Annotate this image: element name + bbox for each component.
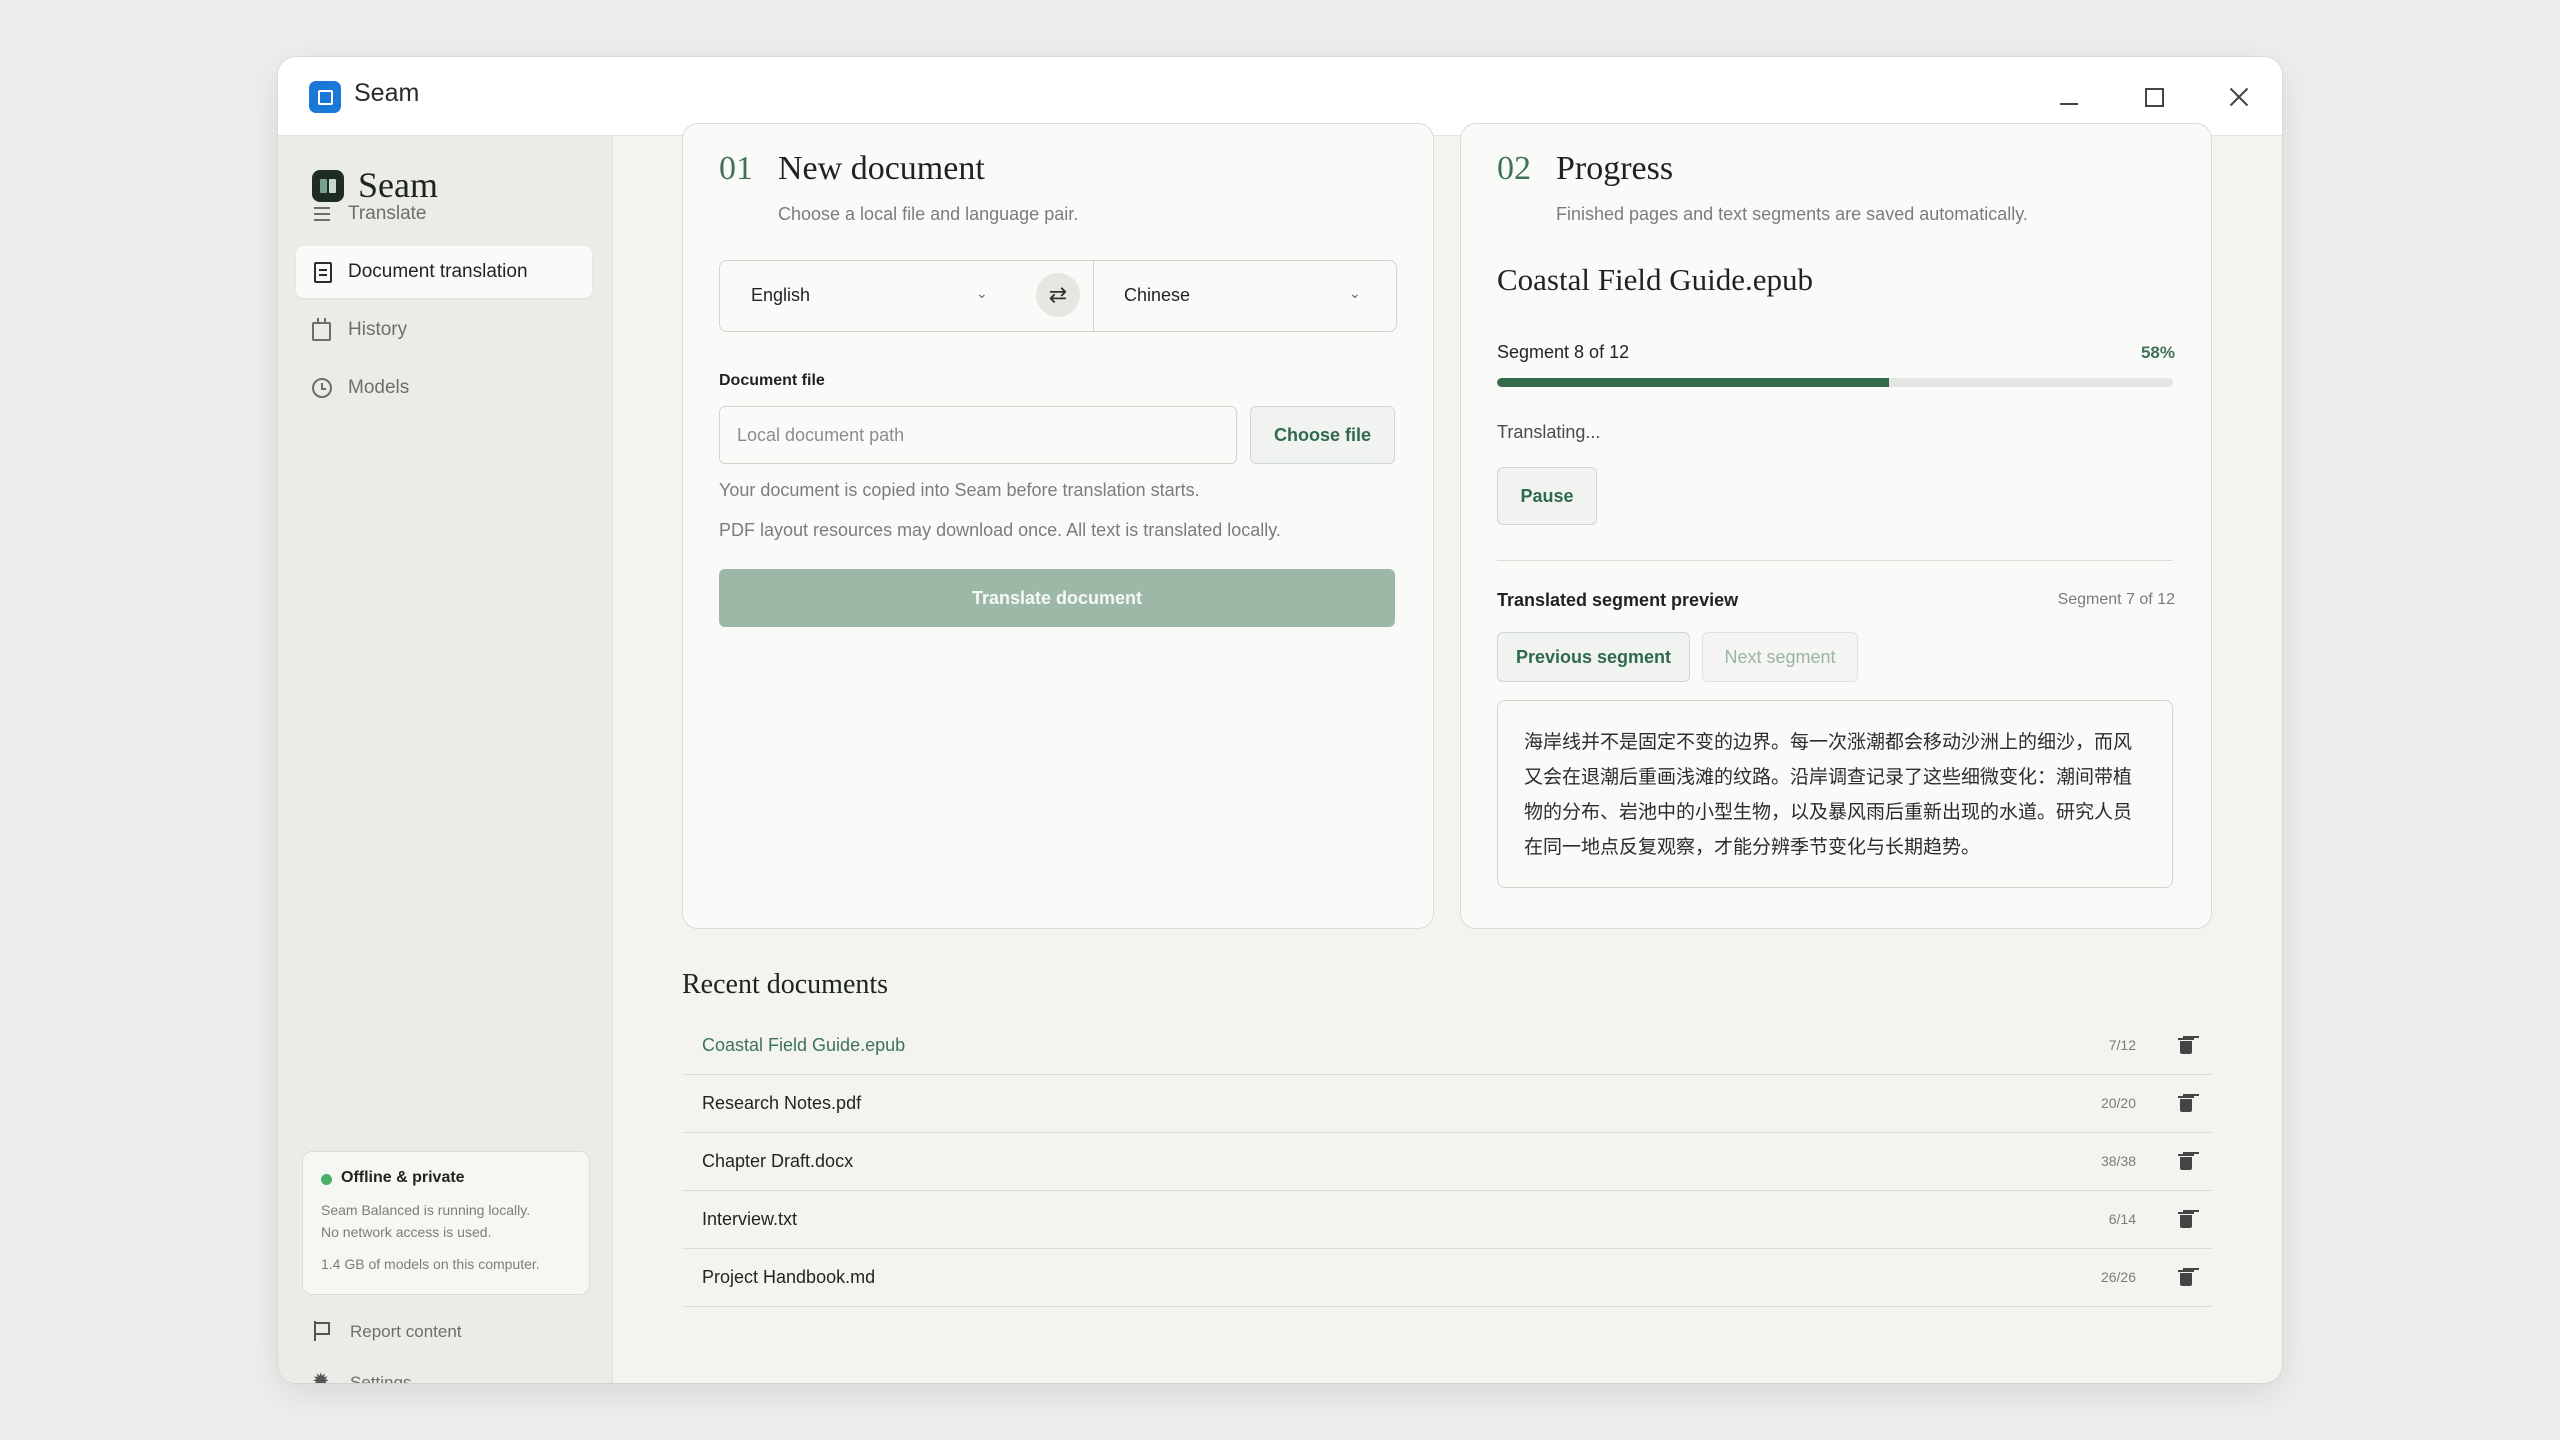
translation-status: Translating...: [1497, 422, 1601, 442]
sidebar-item-document-translation[interactable]: Document translation: [296, 246, 592, 298]
offline-status-card: Offline & private Seam Balanced is runni…: [302, 1151, 590, 1295]
section-subtitle: Finished pages and text segments are sav…: [1556, 204, 2028, 224]
recent-document-name: Interview.txt: [702, 1209, 798, 1229]
language-pair-selector: English ⌄ ⇄ Chinese ⌄: [719, 260, 1397, 332]
maximize-icon[interactable]: [2133, 77, 2173, 117]
section-title: New document: [778, 150, 985, 187]
document-path-input[interactable]: [719, 406, 1237, 464]
lines-icon: [312, 204, 332, 224]
translate-document-button[interactable]: Translate document: [719, 569, 1395, 627]
preview-segment-indicator: Segment 7 of 12: [2057, 591, 2175, 608]
pause-button[interactable]: Pause: [1497, 467, 1597, 525]
close-icon[interactable]: [2218, 77, 2258, 117]
status-line: No network access is used.: [321, 1224, 492, 1240]
report-content-label: Report content: [350, 1322, 462, 1341]
chevron-down-icon: ⌄: [976, 285, 988, 301]
section-number: 01: [719, 150, 753, 187]
trash-icon[interactable]: [2178, 1036, 2194, 1054]
sidebar-item-label: Models: [348, 377, 410, 398]
swap-languages-button[interactable]: ⇄: [1036, 273, 1080, 317]
app-icon: [309, 81, 341, 113]
recent-document-name: Project Handbook.md: [702, 1267, 876, 1287]
status-dot-icon: [321, 1174, 332, 1185]
gear-icon: ✹: [312, 1370, 330, 1383]
trash-icon[interactable]: [2178, 1152, 2194, 1170]
table-row[interactable]: Project Handbook.md 26/26: [682, 1249, 2212, 1307]
clock-icon: [312, 378, 332, 398]
section-number: 02: [1497, 150, 1531, 187]
settings-label: Settings: [350, 1373, 412, 1383]
recent-document-count: 20/20: [2100, 1095, 2136, 1111]
recent-document-name: Coastal Field Guide.epub: [702, 1035, 906, 1055]
status-line: Seam Balanced is running locally.: [321, 1202, 531, 1218]
trash-icon[interactable]: [2178, 1210, 2194, 1228]
current-file-name: Coastal Field Guide.epub: [1497, 262, 1813, 297]
section-subtitle: Choose a local file and language pair.: [778, 204, 1079, 224]
chevron-down-icon: ⌄: [1349, 285, 1361, 301]
progress-card: 02 Progress Finished pages and text segm…: [1460, 123, 2212, 929]
progress-bar-fill: [1497, 378, 1890, 387]
recent-document-count: 38/38: [2100, 1153, 2136, 1169]
flag-icon: [312, 1321, 332, 1341]
section-divider: [1497, 560, 2173, 561]
status-title: Offline & private: [341, 1169, 465, 1186]
recent-document-count: 6/14: [2108, 1211, 2136, 1227]
calendar-icon: [312, 318, 331, 341]
source-language-value: English: [751, 285, 811, 305]
swap-icon: ⇄: [1048, 282, 1068, 307]
recent-document-count: 7/12: [2108, 1037, 2136, 1053]
document-icon: [314, 262, 332, 283]
choose-file-button[interactable]: Choose file: [1250, 406, 1395, 464]
preview-label: Translated segment preview: [1497, 590, 1739, 610]
table-row[interactable]: Interview.txt 6/14: [682, 1191, 2212, 1249]
sidebar: Seam Translate Document translation Hist…: [278, 136, 613, 1383]
table-row[interactable]: Chapter Draft.docx 38/38: [682, 1133, 2212, 1191]
window-title: Seam: [354, 79, 420, 107]
table-row[interactable]: Coastal Field Guide.epub 7/12: [682, 1017, 2212, 1075]
trash-icon[interactable]: [2178, 1268, 2194, 1286]
source-language-select[interactable]: English ⌄: [720, 261, 1020, 331]
progress-bar: [1497, 378, 2173, 387]
document-file-label: Document file: [719, 372, 825, 389]
layout-hint: PDF layout resources may download once. …: [719, 520, 1281, 540]
table-row[interactable]: Research Notes.pdf 20/20: [682, 1075, 2212, 1133]
target-language-value: Chinese: [1124, 285, 1191, 305]
trash-icon[interactable]: [2178, 1094, 2194, 1112]
sidebar-item-translate[interactable]: Translate: [296, 188, 592, 240]
recent-document-count: 26/26: [2100, 1269, 2136, 1285]
section-title: Progress: [1556, 150, 1674, 187]
previous-segment-button[interactable]: Previous segment: [1497, 632, 1690, 682]
recent-document-name: Chapter Draft.docx: [702, 1151, 854, 1171]
sidebar-item-label: History: [348, 319, 408, 340]
sidebar-item-models[interactable]: Models: [296, 362, 592, 414]
sidebar-item-history[interactable]: History: [296, 304, 592, 356]
progress-percent: 58%: [2140, 343, 2175, 362]
recent-documents-title: Recent documents: [682, 969, 889, 1000]
sidebar-item-label: Document translation: [348, 261, 528, 282]
segment-progress-label: Segment 8 of 12: [1497, 342, 1630, 362]
next-segment-button[interactable]: Next segment: [1702, 632, 1858, 682]
translated-segment-preview: 海岸线并不是固定不变的边界。每一次涨潮都会移动沙洲上的细沙，而风又会在退潮后重画…: [1497, 700, 2173, 888]
sidebar-item-label: Translate: [348, 203, 427, 224]
target-language-select[interactable]: Chinese ⌄: [1094, 261, 1396, 331]
app-window: Seam Seam Translate Document translation…: [278, 57, 2282, 1383]
status-line: 1.4 GB of models on this computer.: [321, 1256, 540, 1272]
recent-document-name: Research Notes.pdf: [702, 1093, 862, 1113]
minimize-icon[interactable]: [2048, 77, 2088, 117]
new-document-card: 01 New document Choose a local file and …: [682, 123, 1434, 929]
copy-hint: Your document is copied into Seam before…: [719, 480, 1200, 500]
